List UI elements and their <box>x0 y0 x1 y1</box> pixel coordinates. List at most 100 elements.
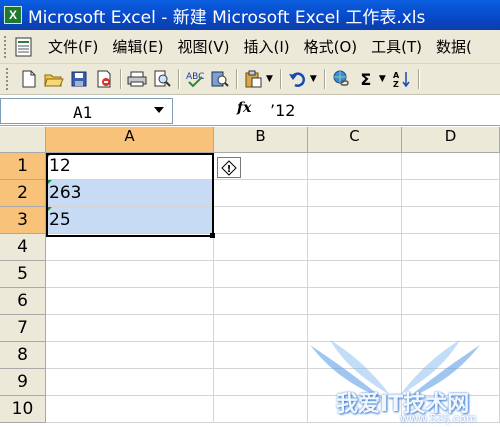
name-box-dropdown-icon[interactable] <box>154 107 164 113</box>
cell-a1[interactable]: 12 <box>46 153 214 180</box>
cell-d4[interactable] <box>402 234 500 261</box>
menu-file[interactable]: 文件(F) <box>41 36 105 57</box>
spelling-icon[interactable]: ABC <box>183 67 207 91</box>
row-header-4[interactable]: 4 <box>0 234 46 261</box>
error-check-button[interactable]: ! <box>217 157 241 178</box>
cell-c2[interactable] <box>308 180 402 207</box>
column-header-a[interactable]: A <box>46 127 214 153</box>
workbook-icon[interactable] <box>15 37 33 57</box>
cell-c5[interactable] <box>308 261 402 288</box>
cell-a8[interactable] <box>46 342 214 369</box>
number-as-text-indicator-icon <box>46 153 52 159</box>
menu-data[interactable]: 数据( <box>429 36 479 57</box>
cell-d6[interactable] <box>402 288 500 315</box>
menu-grip[interactable] <box>4 35 9 58</box>
column-header-c[interactable]: C <box>308 127 402 153</box>
menu-tools[interactable]: 工具(T) <box>364 36 429 57</box>
cell-a3[interactable]: 25 <box>46 207 214 234</box>
cell-b5[interactable] <box>214 261 308 288</box>
menu-format[interactable]: 格式(O) <box>297 36 365 57</box>
row-header-2[interactable]: 2 <box>0 180 46 207</box>
standard-toolbar: ABC ▼ ▼ Σ ▼ AZ <box>0 64 500 95</box>
cell-b4[interactable] <box>214 234 308 261</box>
insert-function-icon[interactable]: fx <box>237 100 251 116</box>
watermark: 我爱IT技术网 www.52ij.com <box>290 340 500 427</box>
paste-dropdown-icon[interactable]: ▼ <box>266 74 273 84</box>
cell-d7[interactable] <box>402 315 500 342</box>
cell-c4[interactable] <box>308 234 402 261</box>
autosum-dropdown-icon[interactable]: ▼ <box>379 74 386 84</box>
menu-view[interactable]: 视图(V) <box>171 36 237 57</box>
new-icon[interactable] <box>17 67 41 91</box>
number-as-text-indicator-icon <box>46 180 52 186</box>
toolbar-separator <box>236 69 238 89</box>
toolbar-separator <box>323 69 326 89</box>
formula-bar: A1 fx ’12 <box>0 96 500 126</box>
autosum-label: Σ <box>360 69 372 89</box>
menu-insert[interactable]: 插入(I) <box>237 36 297 57</box>
cell-b6[interactable] <box>214 288 308 315</box>
watermark-url: www.52ij.com <box>400 412 477 425</box>
cell-b2[interactable] <box>214 180 308 207</box>
formula-input[interactable]: ’12 <box>270 101 295 120</box>
row-header-10[interactable]: 10 <box>0 396 46 423</box>
column-header-d[interactable]: D <box>402 127 500 153</box>
toolbar-separator <box>417 69 420 89</box>
cell-value: 25 <box>49 210 71 230</box>
toolbar-grip[interactable] <box>6 68 11 90</box>
cell-a9[interactable] <box>46 369 214 396</box>
research-icon[interactable] <box>208 67 232 91</box>
undo-icon[interactable] <box>285 67 309 91</box>
row-header-5[interactable]: 5 <box>0 261 46 288</box>
cell-a5[interactable] <box>46 261 214 288</box>
row-header-7[interactable]: 7 <box>0 315 46 342</box>
paste-icon[interactable] <box>241 67 265 91</box>
column-header-b[interactable]: B <box>214 127 308 153</box>
open-icon[interactable] <box>42 67 66 91</box>
row-header-3[interactable]: 3 <box>0 207 46 234</box>
cell-c1[interactable] <box>308 153 402 180</box>
name-box-value: A1 <box>73 103 93 122</box>
cell-b3[interactable] <box>214 207 308 234</box>
cell-c7[interactable] <box>308 315 402 342</box>
toolbar-separator <box>279 69 282 89</box>
cell-d5[interactable] <box>402 261 500 288</box>
cell-a6[interactable] <box>46 288 214 315</box>
row-header-6[interactable]: 6 <box>0 288 46 315</box>
select-all-corner[interactable] <box>0 127 46 153</box>
save-icon[interactable] <box>67 67 91 91</box>
cell-a10[interactable] <box>46 396 214 423</box>
cell-d2[interactable] <box>402 180 500 207</box>
name-box[interactable]: A1 <box>0 98 173 124</box>
cell-c6[interactable] <box>308 288 402 315</box>
cell-b7[interactable] <box>214 315 308 342</box>
svg-text:Z: Z <box>393 80 399 88</box>
cell-c3[interactable] <box>308 207 402 234</box>
row-header-8[interactable]: 8 <box>0 342 46 369</box>
menu-bar: 文件(F) 编辑(E) 视图(V) 插入(I) 格式(O) 工具(T) 数据( <box>0 30 500 64</box>
svg-text:A: A <box>393 71 400 80</box>
print-preview-icon[interactable] <box>150 67 174 91</box>
toolbar-separator <box>120 69 122 89</box>
row-header-1[interactable]: 1 <box>0 153 46 180</box>
hyperlink-icon[interactable] <box>329 67 353 91</box>
cell-d3[interactable] <box>402 207 500 234</box>
row-header-9[interactable]: 9 <box>0 369 46 396</box>
cell-d1[interactable] <box>402 153 500 180</box>
cell-a2[interactable]: 263 <box>46 180 214 207</box>
menu-edit[interactable]: 编辑(E) <box>105 36 170 57</box>
sort-ascending-icon[interactable]: AZ <box>390 67 414 91</box>
autosum-icon[interactable]: Σ <box>354 67 378 91</box>
cell-a7[interactable] <box>46 315 214 342</box>
undo-dropdown-icon[interactable]: ▼ <box>310 74 317 84</box>
number-as-text-indicator-icon <box>46 207 52 213</box>
print-icon[interactable] <box>125 67 149 91</box>
permission-icon[interactable] <box>92 67 116 91</box>
toolbar-separator <box>178 69 180 89</box>
cell-a4[interactable] <box>46 234 214 261</box>
cell-value: 263 <box>49 183 82 203</box>
excel-app-icon[interactable]: X <box>4 6 22 24</box>
warning-diamond-icon: ! <box>221 159 237 176</box>
title-bar: X Microsoft Excel - 新建 Microsoft Excel 工… <box>0 0 500 30</box>
fill-handle[interactable] <box>210 233 215 238</box>
